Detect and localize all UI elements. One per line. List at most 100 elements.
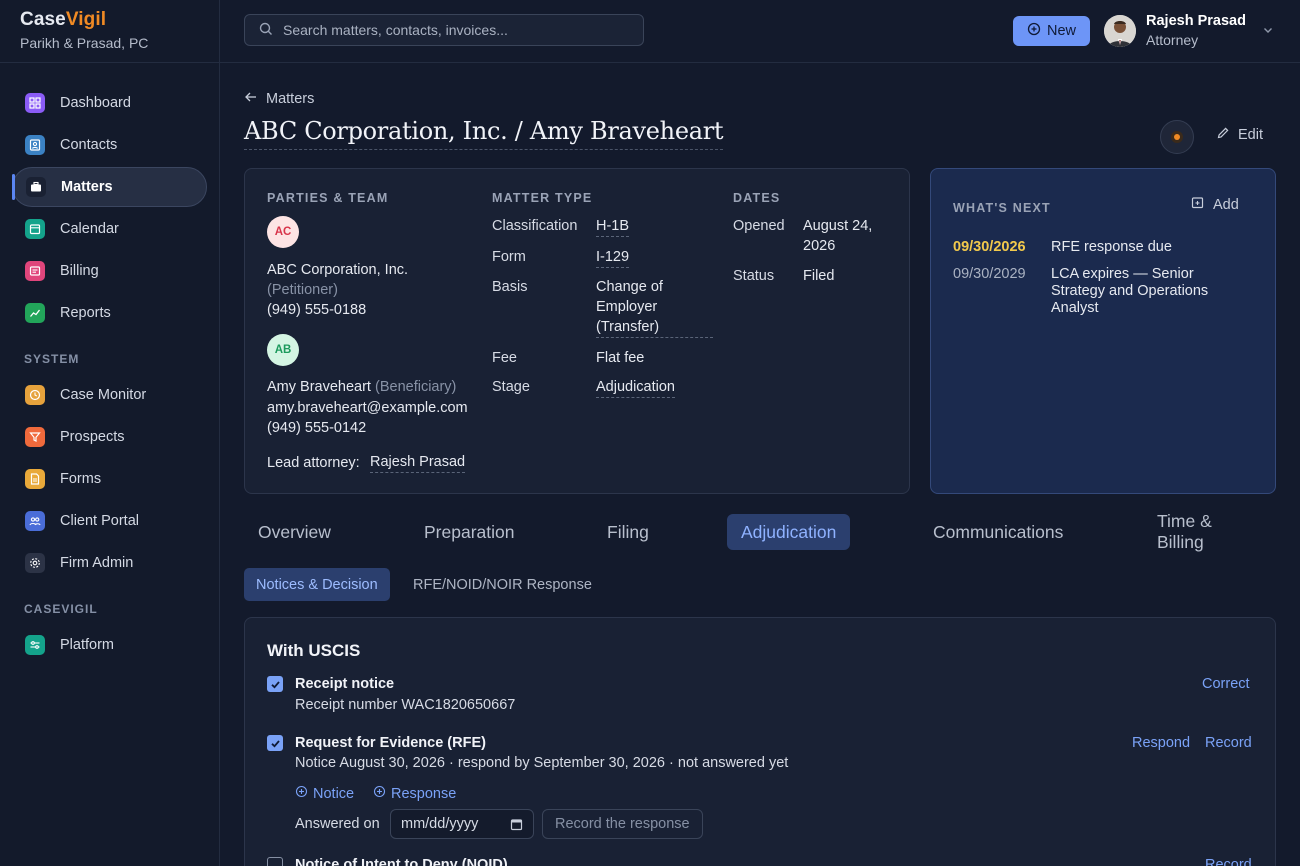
brand-name-part1: Case — [20, 9, 66, 30]
gear-icon — [25, 553, 45, 573]
stage-value[interactable]: Adjudication — [596, 377, 675, 398]
sidebar-item-label: Platform — [60, 637, 114, 653]
sidebar-item-calendar[interactable]: Calendar — [12, 209, 207, 249]
tab-preparation[interactable]: Preparation — [410, 514, 528, 550]
active-indicator — [12, 174, 15, 200]
tab-time-billing[interactable]: Time & Billing — [1143, 511, 1276, 552]
petitioner-avatar: AC — [267, 216, 299, 248]
classification-value[interactable]: H-1B — [596, 216, 630, 237]
edit-button[interactable]: Edit — [1216, 126, 1263, 144]
search-input[interactable] — [283, 22, 623, 38]
stage-label: Stage — [492, 379, 530, 395]
tab-communications[interactable]: Communications — [919, 514, 1077, 550]
clock-icon — [25, 385, 45, 405]
page-title[interactable]: ABC Corporation, Inc. / Amy Braveheart — [244, 117, 724, 150]
form-value[interactable]: I-129 — [596, 247, 630, 268]
record-link[interactable]: Record — [1205, 735, 1252, 751]
next-item-text[interactable]: RFE response due — [1051, 239, 1172, 255]
breadcrumb[interactable]: Matters — [244, 90, 314, 108]
petitioner-name[interactable]: ABC Corporation, Inc. — [267, 260, 408, 280]
search-box[interactable] — [244, 14, 644, 46]
sidebar-item-label: Forms — [60, 471, 102, 487]
breadcrumb-label: Matters — [266, 91, 315, 107]
sidebar-item-label: Dashboard — [60, 95, 131, 111]
whats-next-card: WHAT'S NEXT Add 09/30/2026 RFE response … — [930, 168, 1276, 494]
noid-checkbox[interactable] — [267, 857, 283, 866]
noid-record-link[interactable]: Record — [1205, 857, 1252, 866]
next-item-date: 09/30/2026 — [953, 239, 1026, 255]
tab-filing[interactable]: Filing — [593, 514, 663, 550]
brand-logo[interactable]: CaseVigil — [20, 9, 199, 31]
rfe-checkbox[interactable] — [267, 735, 283, 751]
sidebar-item-platform[interactable]: Platform — [12, 625, 207, 665]
uscis-panel: With USCIS Receipt notice Receipt number… — [244, 617, 1276, 866]
grid-icon — [25, 93, 45, 113]
record-response-button[interactable]: Record the response — [542, 809, 703, 839]
main-nav: Dashboard Contacts Matters Calendar Bill… — [0, 63, 219, 665]
basis-value[interactable]: Change of Employer (Transfer) — [596, 277, 713, 338]
next-item-text[interactable]: LCA expires — Senior Strategy and Operat… — [1051, 266, 1251, 317]
sidebar-item-label: Client Portal — [60, 513, 139, 529]
petitioner-phone: (949) 555-0188 — [267, 302, 367, 318]
arrow-left-icon — [244, 90, 258, 108]
beneficiary-email: amy.braveheart@example.com — [267, 400, 468, 416]
receipt-title: Receipt notice — [295, 676, 395, 692]
respond-link[interactable]: Respond — [1132, 735, 1190, 751]
sidebar-item-label: Calendar — [60, 221, 119, 237]
beneficiary-line: Amy Braveheart (Beneficiary) — [267, 377, 456, 397]
form-label: Form — [492, 249, 526, 265]
basis-label: Basis — [492, 279, 528, 295]
add-notice-link[interactable]: Notice — [295, 785, 354, 802]
edit-button-label: Edit — [1238, 127, 1263, 143]
sidebar-item-dashboard[interactable]: Dashboard — [12, 83, 207, 123]
uscis-heading: With USCIS — [267, 641, 361, 660]
sidebar-item-matters[interactable]: Matters — [12, 167, 207, 207]
subtab-notices-decision[interactable]: Notices & Decision — [244, 568, 390, 601]
answered-date-input[interactable]: mm/dd/yyyy — [390, 809, 534, 839]
contact-card-icon — [25, 135, 45, 155]
lead-attorney-value[interactable]: Rajesh Prasad — [370, 452, 466, 473]
sidebar-item-label: Matters — [61, 179, 113, 195]
calendar-plus-icon — [1191, 196, 1204, 213]
correct-link[interactable]: Correct — [1202, 676, 1250, 692]
dates-heading: DATES — [733, 191, 781, 205]
chart-line-icon — [25, 303, 45, 323]
tab-overview[interactable]: Overview — [244, 514, 345, 550]
sidebar-item-client-portal[interactable]: Client Portal — [12, 501, 207, 541]
add-response-label: Response — [391, 785, 457, 802]
sidebar-item-label: Prospects — [60, 429, 125, 445]
receipt-checkbox[interactable] — [267, 676, 283, 692]
document-icon — [25, 469, 45, 489]
user-role: Attorney — [1146, 32, 1199, 48]
sidebar-item-forms[interactable]: Forms — [12, 459, 207, 499]
sidebar: CaseVigil Parikh & Prasad, PC Dashboard … — [0, 0, 220, 866]
beneficiary-avatar: AB — [267, 334, 299, 366]
record-dot-icon — [1174, 134, 1180, 140]
subtab-rfe-response[interactable]: RFE/NOID/NOIR Response — [401, 568, 604, 601]
sidebar-item-label: Case Monitor — [60, 387, 147, 403]
sidebar-item-prospects[interactable]: Prospects — [12, 417, 207, 457]
calendar-icon — [25, 219, 45, 239]
pencil-icon — [1216, 126, 1230, 144]
sidebar-item-firm-admin[interactable]: Firm Admin — [12, 543, 207, 583]
new-button-label: New — [1046, 23, 1076, 39]
add-event-button[interactable]: Add — [1191, 196, 1239, 213]
sidebar-item-contacts[interactable]: Contacts — [12, 125, 207, 165]
new-button[interactable]: New — [1013, 16, 1090, 46]
sidebar-item-case-monitor[interactable]: Case Monitor — [12, 375, 207, 415]
sidebar-item-billing[interactable]: Billing — [12, 251, 207, 291]
record-button[interactable] — [1160, 120, 1194, 154]
sidebar-item-reports[interactable]: Reports — [12, 293, 207, 333]
plus-circle-icon — [295, 785, 308, 802]
search-icon — [259, 22, 273, 39]
plus-circle-icon — [1027, 22, 1041, 40]
beneficiary-name[interactable]: Amy Braveheart — [267, 379, 371, 395]
user-menu[interactable]: Rajesh Prasad Attorney — [1104, 13, 1274, 48]
add-response-link[interactable]: Response — [373, 785, 456, 802]
beneficiary-phone: (949) 555-0142 — [267, 420, 367, 436]
opened-value: August 24, 2026 — [803, 218, 873, 254]
noid-title: Notice of Intent to Deny (NOID) — [295, 857, 508, 866]
classification-label: Classification — [492, 218, 578, 234]
tab-adjudication[interactable]: Adjudication — [727, 514, 851, 550]
beneficiary-role: (Beneficiary) — [375, 379, 457, 395]
